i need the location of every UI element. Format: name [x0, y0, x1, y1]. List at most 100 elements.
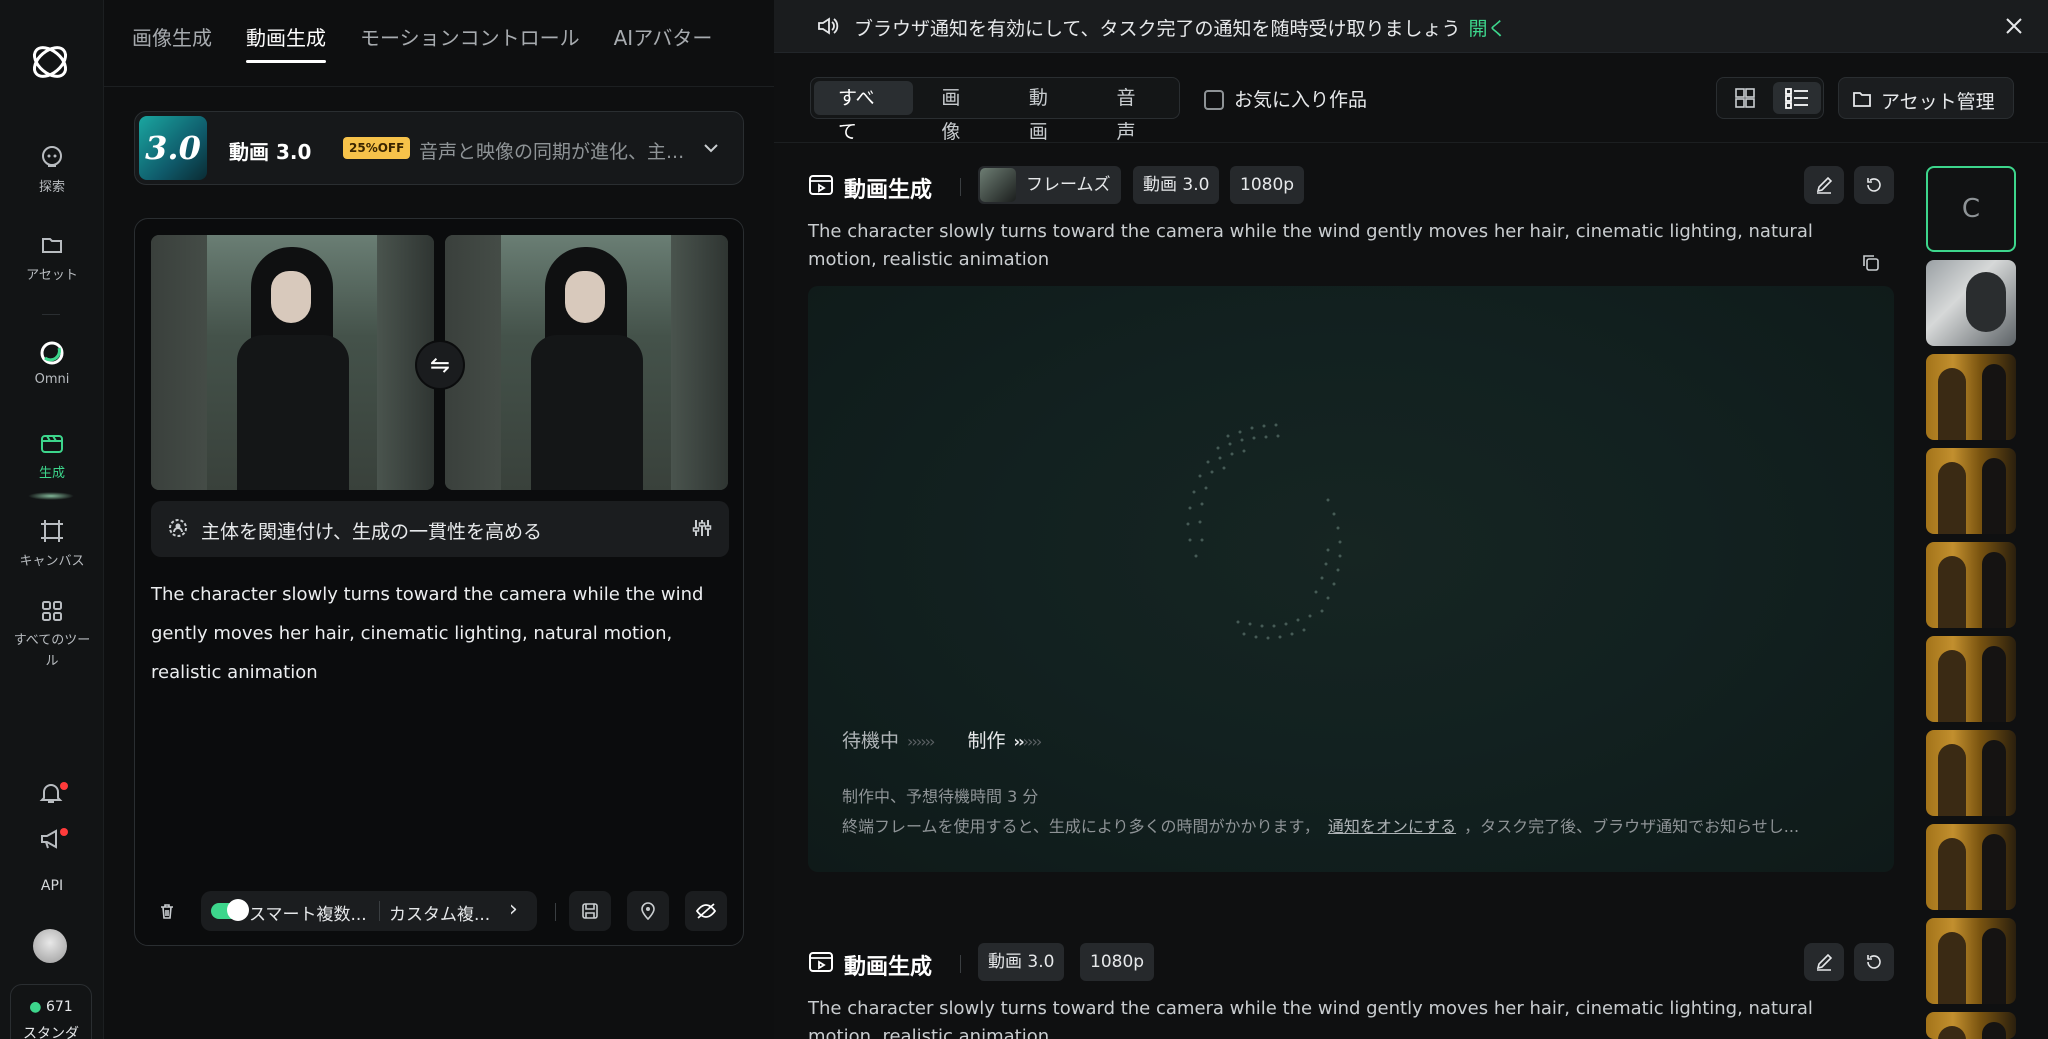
model-chip[interactable]: 動画 3.0	[978, 943, 1065, 981]
thumbnail[interactable]	[1926, 730, 2016, 816]
enable-notifications-link[interactable]: 開く	[1468, 18, 1506, 40]
logo-icon[interactable]	[26, 38, 74, 86]
turn-on-notifications-link[interactable]: 通知をオンにする	[1328, 817, 1456, 836]
smart-multishot-toggle[interactable]	[211, 899, 249, 921]
nav-item-label: Omni	[34, 372, 70, 387]
trash-icon[interactable]	[157, 901, 177, 921]
end-frame-image[interactable]	[445, 235, 728, 490]
note-text: 終端フレームを使用すると、生成により多くの時間がかかります，	[842, 817, 1320, 836]
retry-icon	[1864, 175, 1884, 195]
thumbnail[interactable]	[1926, 636, 2016, 722]
nav-item-omni[interactable]: Omni	[0, 340, 104, 387]
thumbnail[interactable]	[1926, 824, 2016, 910]
avatar[interactable]	[33, 929, 67, 963]
retry-icon	[1864, 952, 1884, 972]
edit-icon	[1814, 952, 1834, 972]
resolution-chip[interactable]: 1080p	[1230, 166, 1305, 204]
visibility-button[interactable]	[685, 891, 727, 931]
thumbnail[interactable]	[1926, 260, 2016, 346]
edit-button[interactable]	[1804, 166, 1844, 204]
chevron-right-icon[interactable]: ›	[509, 897, 518, 922]
save-button[interactable]	[569, 891, 611, 931]
nav-item-explore[interactable]: 探索	[0, 144, 104, 195]
grid-view-icon[interactable]	[1721, 82, 1769, 114]
smart-multishot-label[interactable]: スマート複数...	[249, 900, 367, 925]
tab-video-generation[interactable]: 動画生成	[246, 20, 326, 66]
favorites-checkbox[interactable]	[1204, 90, 1224, 110]
thumbnail[interactable]	[1926, 1012, 2016, 1039]
subject-link-icon	[167, 517, 189, 539]
list-view-icon[interactable]	[1773, 82, 1821, 114]
divider	[104, 86, 774, 87]
prompt-editor: ⇋ 主体を関連付け、生成の一貫性を高める The character slowl…	[134, 218, 744, 946]
copy-icon[interactable]	[1860, 252, 1882, 274]
nav-item-generate[interactable]: 生成	[0, 430, 104, 481]
thumbnail-loading[interactable]: C	[1926, 166, 2016, 252]
left-nav: 探索 アセット Omni 生成 キャンバス すべてのツール API ● 671 …	[0, 0, 104, 1039]
filter-all[interactable]: すべて	[814, 81, 914, 143]
filter-audio[interactable]: 音声	[1092, 81, 1176, 143]
editor-toolbar: スマート複数... カスタム複... ›	[135, 889, 745, 933]
grid-icon	[39, 598, 65, 624]
notification-banner: ブラウザ通知を有効にして、タスク完了の通知を随時受け取りましょう 開く	[774, 0, 2048, 53]
asset-management-button[interactable]: アセット管理	[1838, 77, 2014, 119]
api-link[interactable]: API	[0, 878, 104, 894]
subject-link-bar[interactable]: 主体を関連付け、生成の一貫性を高める	[151, 501, 729, 557]
resolution-chip[interactable]: 1080p	[1080, 943, 1155, 981]
app-root: 探索 アセット Omni 生成 キャンバス すべてのツール API ● 671 …	[0, 0, 2048, 1039]
thumbnail[interactable]	[1926, 542, 2016, 628]
view-switcher	[1716, 77, 1824, 119]
frames-chip[interactable]: フレームズ	[978, 166, 1121, 204]
tab-image-generation[interactable]: 画像生成	[132, 20, 212, 66]
explore-icon	[39, 144, 65, 170]
wait-time-note: 制作中、予想待機時間 3 分	[842, 787, 1039, 806]
task-prompt: The character slowly turns toward the ca…	[808, 998, 1813, 1039]
credits-value: 671	[45, 999, 73, 1015]
folder-icon	[39, 232, 65, 258]
model-chip[interactable]: 動画 3.0	[1133, 166, 1220, 204]
status-making: 制作	[967, 730, 1006, 752]
custom-multishot-label[interactable]: カスタム複...	[389, 900, 490, 925]
nav-item-all-tools[interactable]: すべてのツール	[0, 598, 104, 672]
nav-divider	[42, 314, 60, 315]
nav-item-label: 探索	[38, 180, 65, 195]
nav-item-assets[interactable]: アセット	[0, 232, 104, 283]
chevron-down-icon[interactable]	[701, 138, 721, 158]
credits-badge[interactable]: ● 671 スタンダ	[10, 984, 92, 1039]
thumbnail[interactable]	[1926, 918, 2016, 1004]
separator	[960, 178, 961, 196]
asset-management-label: アセット管理	[1881, 91, 1995, 113]
nav-item-canvas[interactable]: キャンバス	[0, 518, 104, 569]
pin-button[interactable]	[627, 891, 669, 931]
progress-arrows: ››››››	[1013, 732, 1042, 751]
note-text: ，タスク完了後、ブラウザ通知でお知らせし...	[1464, 817, 1800, 836]
tab-ai-avatar[interactable]: AIアバター	[614, 20, 713, 66]
omni-icon	[39, 340, 65, 366]
model-selector[interactable]: 3.0 動画 3.0 25%OFF 音声と映像の同期が進化、主...	[134, 111, 744, 185]
generation-preview: 待機中 ›››››› 制作 ›››››› 制作中、予想待機時間 3 分 終端フレーム…	[808, 286, 1894, 872]
credits-icon: ●	[29, 999, 42, 1015]
prompt-textarea[interactable]: The character slowly turns toward the ca…	[151, 575, 711, 692]
retry-button[interactable]	[1854, 943, 1894, 981]
tab-motion-control[interactable]: モーションコントロール	[360, 20, 580, 66]
task-title: 動画生成	[844, 955, 933, 980]
generation-panel: 画像生成 動画生成 モーションコントロール AIアバター 3.0 動画 3.0 …	[104, 0, 774, 1039]
start-frame-image[interactable]	[151, 235, 434, 490]
task-card: 動画生成 動画 3.0 1080p The character slowly t…	[808, 943, 1894, 1039]
folder-icon	[1851, 88, 1873, 110]
thumbnail[interactable]	[1926, 448, 2016, 534]
swap-frames-button[interactable]: ⇋	[415, 340, 465, 390]
model-description: 音声と映像の同期が進化、主...	[419, 141, 685, 163]
close-icon[interactable]	[2002, 14, 2026, 38]
active-glow	[28, 492, 74, 500]
thumbnail[interactable]	[1926, 354, 2016, 440]
retry-button[interactable]	[1854, 166, 1894, 204]
video-icon	[808, 949, 834, 975]
separator	[960, 955, 961, 973]
edit-button[interactable]	[1804, 943, 1844, 981]
filter-video[interactable]: 動画	[1005, 81, 1089, 143]
sliders-icon[interactable]	[691, 517, 713, 539]
edit-icon	[1814, 175, 1834, 195]
filter-image[interactable]: 画像	[917, 81, 1001, 143]
favorites-filter[interactable]: お気に入り作品	[1204, 85, 1367, 112]
